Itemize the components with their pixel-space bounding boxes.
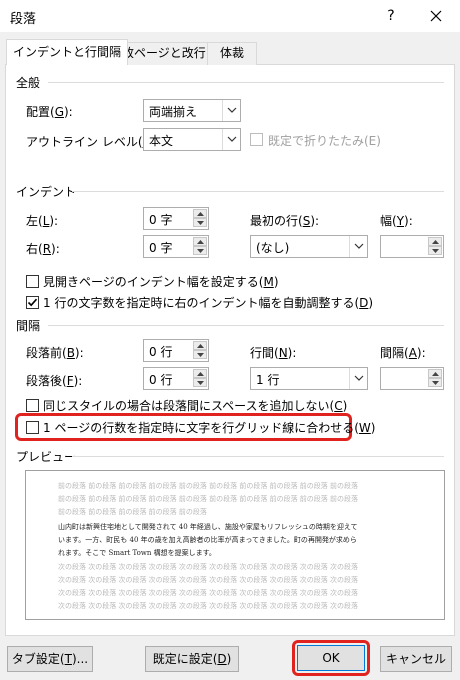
preview-next-line: 次の段落 次の段落 次の段落 次の段落 次の段落 次の段落 次の段落 次の段落 … bbox=[58, 563, 359, 571]
preview-next-line: 次の段落 次の段落 次の段落 次の段落 次の段落 次の段落 次の段落 次の段落 … bbox=[58, 602, 359, 610]
chevron-down-icon bbox=[349, 368, 367, 389]
spin-up-button[interactable] bbox=[193, 209, 207, 218]
snap-to-grid-label: 1 ページの行数を指定時に文字を行グリッド線に合わせる(W) bbox=[43, 421, 376, 435]
spin-down-button[interactable] bbox=[428, 378, 442, 387]
spin-up-button[interactable] bbox=[193, 369, 207, 378]
tab-indent-spacing[interactable]: インデントと行間隔 bbox=[6, 39, 129, 65]
preview-previous-line: 前の段落 前の段落 前の段落 前の段落 前の段落 前の段落 前の段落 前の段落 … bbox=[58, 482, 359, 490]
collapsed-by-default-label: 既定で折りたたみ(E) bbox=[268, 134, 381, 148]
spin-down-button[interactable] bbox=[193, 246, 207, 255]
alignment-value: 両端揃え bbox=[149, 105, 198, 119]
auto-adjust-indent-checkbox[interactable] bbox=[26, 296, 39, 309]
spin-down-button[interactable] bbox=[193, 350, 207, 359]
spin-up-button[interactable] bbox=[193, 341, 207, 350]
preview-previous-line: 前の段落 前の段落 前の段落 前の段落 前の段落 前の段落 前の段落 前の段落 … bbox=[58, 495, 359, 503]
section-divider bbox=[48, 325, 444, 326]
mirror-indents-checkbox[interactable] bbox=[26, 275, 39, 288]
auto-adjust-indent-label: 1 行の文字数を指定時に右のインデント幅を自動調整する(D) bbox=[43, 296, 374, 310]
chevron-down-icon bbox=[222, 100, 240, 121]
spacing-at-label: 間隔(A): bbox=[380, 346, 426, 360]
section-preview: プレビュー bbox=[16, 450, 77, 464]
first-line-value: (なし) bbox=[256, 241, 290, 255]
close-button[interactable] bbox=[424, 5, 448, 27]
indent-right-label: 右(R): bbox=[26, 242, 60, 256]
first-line-label: 最初の行(S): bbox=[250, 214, 320, 228]
section-divider bbox=[72, 191, 444, 192]
section-divider bbox=[72, 456, 444, 457]
spacing-before-spinner[interactable]: 0 行 bbox=[143, 339, 209, 362]
alignment-select[interactable]: 両端揃え bbox=[143, 99, 241, 122]
indent-left-value: 0 字 bbox=[149, 213, 173, 227]
indent-by-spinner[interactable] bbox=[380, 235, 444, 258]
chevron-down-icon bbox=[349, 236, 367, 257]
section-spacing: 間隔 bbox=[16, 319, 41, 333]
ok-button[interactable]: OK bbox=[297, 645, 365, 671]
spin-up-button[interactable] bbox=[193, 237, 207, 246]
cancel-button[interactable]: キャンセル bbox=[380, 646, 452, 672]
outline-level-value: 本文 bbox=[149, 134, 174, 148]
outline-level-label: アウトライン レベル(O): bbox=[26, 135, 161, 149]
preview-sample-line: れます。そこで Smart Town 構想を提案します。 bbox=[58, 549, 216, 557]
spacing-before-value: 0 行 bbox=[149, 345, 173, 359]
snap-to-grid-checkbox[interactable] bbox=[26, 421, 39, 434]
preview-previous-line: 前の段落 前の段落 前の段落 前の段落 前の段落 bbox=[58, 508, 207, 516]
indent-left-label: 左(L): bbox=[26, 214, 59, 228]
spacing-after-label: 段落後(F): bbox=[26, 374, 83, 388]
first-line-select[interactable]: (なし) bbox=[250, 235, 368, 258]
spin-down-button[interactable] bbox=[193, 378, 207, 387]
spin-down-button[interactable] bbox=[193, 218, 207, 227]
spacing-after-value: 0 行 bbox=[149, 373, 173, 387]
no-space-same-style-label: 同じスタイルの場合は段落間にスペースを追加しない(C) bbox=[43, 399, 348, 413]
no-space-same-style-checkbox[interactable] bbox=[26, 399, 39, 412]
spin-up-button[interactable] bbox=[428, 237, 442, 246]
spin-down-button[interactable] bbox=[428, 246, 442, 255]
indent-by-label: 幅(Y): bbox=[380, 214, 413, 228]
indent-right-value: 0 字 bbox=[149, 241, 173, 255]
checkmark-icon bbox=[27, 298, 38, 307]
chevron-down-icon bbox=[222, 129, 240, 150]
section-general: 全般 bbox=[16, 76, 41, 90]
alignment-label: 配置(G): bbox=[26, 105, 73, 119]
line-spacing-value: 1 行 bbox=[256, 373, 280, 387]
preview-sample-line: います。一方、町民も 40 年の歳を加え高齢者の比率が高まってきました。町の再開… bbox=[58, 536, 357, 544]
preview-sample-line: 山内町は新興住宅地として開発されて 40 年経過し、施設や家屋もリフレッシュの時… bbox=[58, 523, 358, 531]
mirror-indents-label: 見開きページのインデント幅を設定する(M) bbox=[43, 275, 279, 289]
set-as-default-button[interactable]: 既定に設定(D) bbox=[145, 646, 239, 672]
paragraph-preview: 前の段落 前の段落 前の段落 前の段落 前の段落 前の段落 前の段落 前の段落 … bbox=[25, 470, 445, 620]
line-spacing-select[interactable]: 1 行 bbox=[250, 367, 368, 390]
help-button[interactable]: ? bbox=[380, 5, 402, 27]
preview-next-line: 次の段落 次の段落 次の段落 次の段落 次の段落 次の段落 次の段落 次の段落 … bbox=[58, 589, 359, 597]
tab-line-page-breaks[interactable]: 改ページと改行 bbox=[115, 42, 213, 65]
tab-asian-typography[interactable]: 体裁 bbox=[207, 42, 258, 65]
indent-right-spinner[interactable]: 0 字 bbox=[143, 235, 209, 258]
spin-up-button[interactable] bbox=[428, 369, 442, 378]
spacing-at-spinner[interactable] bbox=[380, 367, 444, 390]
collapsed-by-default-checkbox[interactable] bbox=[250, 133, 263, 146]
section-indentation: インデント bbox=[16, 185, 77, 199]
tabs-button[interactable]: タブ設定(T)... bbox=[7, 646, 93, 672]
line-spacing-label: 行間(N): bbox=[250, 346, 297, 360]
spacing-after-spinner[interactable]: 0 行 bbox=[143, 367, 209, 390]
spacing-before-label: 段落前(B): bbox=[26, 346, 84, 360]
preview-next-line: 次の段落 次の段落 次の段落 次の段落 次の段落 次の段落 次の段落 次の段落 … bbox=[58, 576, 359, 584]
section-divider bbox=[48, 82, 444, 83]
outline-level-select[interactable]: 本文 bbox=[143, 128, 241, 151]
dialog-title: 段落 bbox=[10, 12, 37, 27]
close-icon bbox=[430, 10, 442, 22]
indent-left-spinner[interactable]: 0 字 bbox=[143, 207, 209, 230]
